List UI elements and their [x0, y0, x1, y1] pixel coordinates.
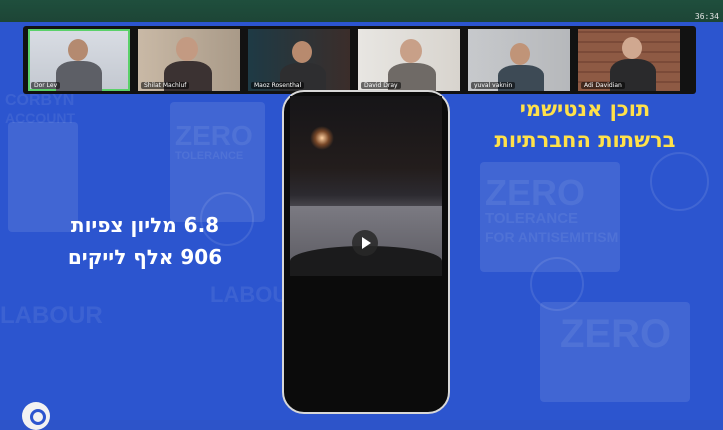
bg-word: ZERO — [175, 120, 253, 151]
participant-tile-maoz-rosenthal[interactable]: Maoz Rosenthal — [248, 29, 350, 91]
logo-icon — [22, 402, 50, 430]
slide-headline-line2: ברשתות החברתיות — [494, 128, 676, 152]
participant-name: Maoz Rosenthal — [251, 82, 305, 89]
participant-face — [622, 37, 642, 59]
bg-word: ZERO — [485, 172, 586, 213]
bg-word: CORBYN — [5, 92, 75, 109]
bg-circle — [650, 152, 709, 211]
participant-name: yuval vaknin — [471, 82, 516, 89]
participant-face — [400, 39, 422, 63]
bg-word: FOR ANTISEMITISM — [485, 229, 619, 245]
window-top-bar: 36:34 — [0, 0, 723, 22]
participant-strip: Dor Lev Shilat Machluf Maoz Rosenthal Da… — [23, 26, 696, 94]
likes-stat: 906 אלף לייקים — [67, 245, 223, 269]
participant-tile-dor-lev[interactable]: Dor Lev — [28, 29, 130, 91]
participant-tile-shilat-machluf[interactable]: Shilat Machluf — [138, 29, 240, 91]
bg-word: ZERO — [560, 312, 672, 356]
participant-tile-david-dray[interactable]: David Dray — [358, 29, 460, 91]
participant-tile-yuval-vaknin[interactable]: yuval vaknin — [468, 29, 570, 91]
participant-body — [56, 61, 102, 91]
participant-name: David Dray — [361, 82, 401, 89]
participant-tile-adi-davidian[interactable]: Adi Davidian — [578, 29, 680, 91]
bg-word: TOLERANCE — [485, 210, 579, 227]
bg-word: ACCOUNT — [5, 110, 75, 126]
bg-word: TOLERANCE — [175, 150, 244, 162]
participant-name: Adi Davidian — [581, 82, 625, 89]
play-icon[interactable] — [352, 230, 378, 256]
meeting-timer: 36:34 — [694, 12, 719, 21]
bg-circle — [530, 257, 584, 311]
street-light — [310, 126, 334, 150]
participant-face — [68, 39, 88, 61]
participant-face — [176, 37, 198, 61]
views-stat: 6.8 מליון צפיות — [70, 213, 220, 237]
participant-face — [292, 41, 312, 63]
participant-face — [510, 43, 530, 65]
bg-word: LABOUR — [0, 302, 103, 329]
participant-name: Shilat Machluf — [141, 82, 190, 89]
participant-name: Dor Lev — [31, 82, 61, 89]
slide-headline-line1: תוכן אנטישמי — [519, 97, 651, 121]
